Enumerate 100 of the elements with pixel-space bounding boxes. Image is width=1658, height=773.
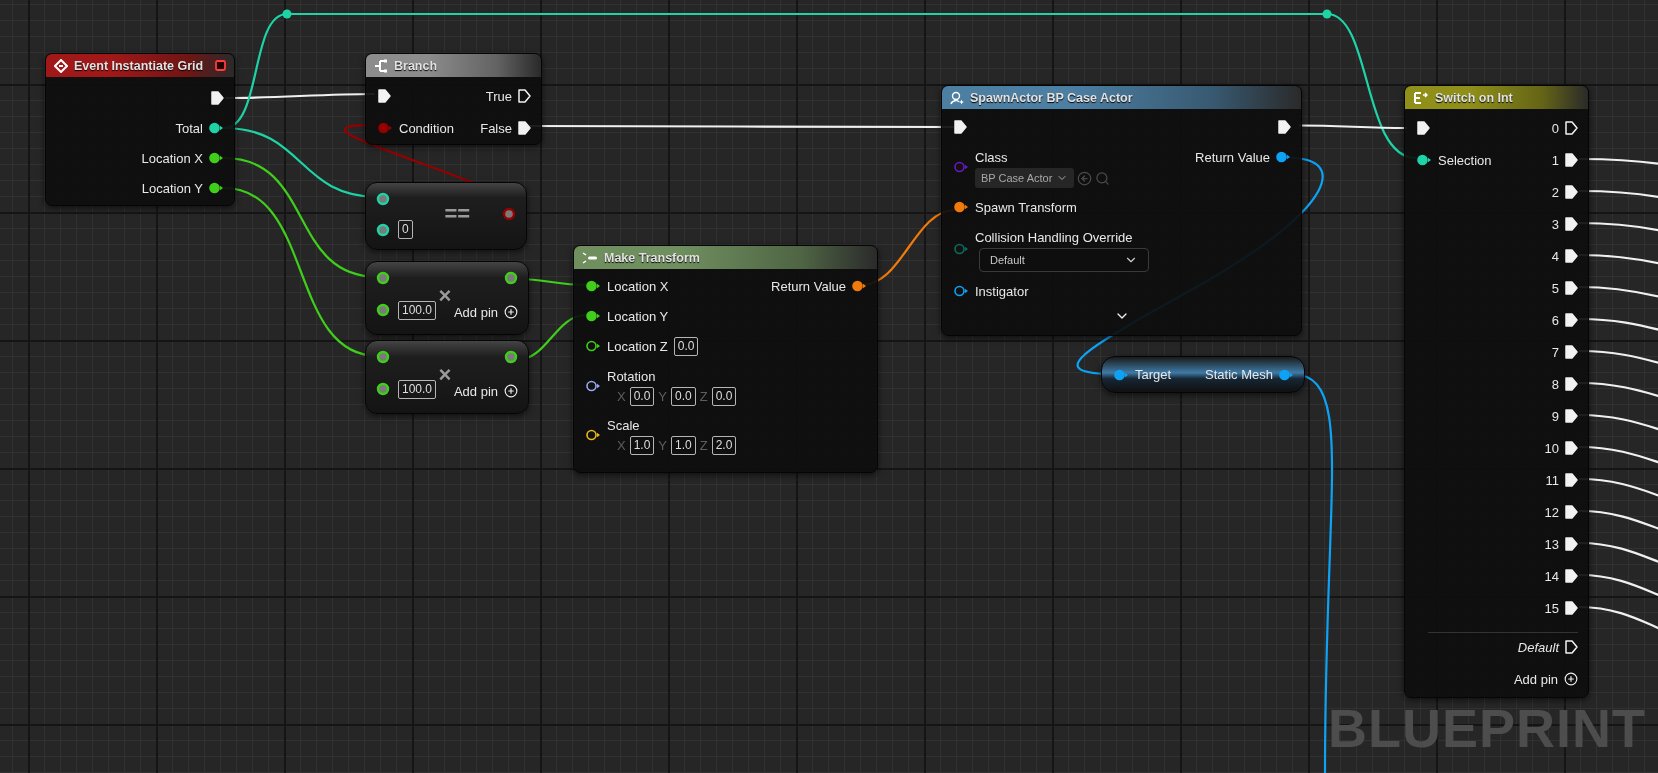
- pin-label: 7: [1551, 344, 1559, 360]
- pin-label: Default: [1517, 639, 1559, 655]
- exec-pin[interactable]: [518, 89, 531, 103]
- graph-node[interactable]: Switch on Int 0 Selection 1 2 3 4 5 6 7 8 9 10 11 12 13 14 15 Default Add pin: [1404, 85, 1589, 698]
- pin-label: Collision Handling Override: [975, 230, 1134, 245]
- value-field[interactable]: 0.0: [673, 336, 699, 356]
- graph-node[interactable]: Make Transform Location X Return Value Location Y Location Z 0.0 Rotation X 0.0 Y 0.0 Z 0.0 Scale X 1.0 Y 1.0 Z 2.0: [573, 245, 878, 473]
- switch-icon: [1413, 90, 1429, 105]
- node-title: Switch on Int: [1435, 90, 1514, 105]
- data-pin[interactable]: [376, 382, 390, 396]
- pin-label: Location Z: [607, 338, 668, 354]
- axis-label: Y: [658, 389, 668, 404]
- reroute-knot[interactable]: [282, 9, 292, 19]
- data-pin[interactable]: [1276, 151, 1291, 163]
- exec-pin[interactable]: [1565, 640, 1578, 654]
- exec-pin[interactable]: [1565, 249, 1578, 263]
- graph-type-label: BLUEPRINT: [1328, 697, 1646, 759]
- value-field[interactable]: 100.0: [398, 300, 437, 320]
- data-pin[interactable]: [376, 271, 390, 285]
- data-pin[interactable]: [209, 182, 224, 194]
- pin-label: 3: [1551, 216, 1559, 232]
- data-pin[interactable]: [852, 280, 867, 292]
- exec-pin[interactable]: [1565, 537, 1578, 551]
- value-field[interactable]: 1.0: [629, 436, 655, 455]
- pin-label: 5: [1551, 280, 1559, 296]
- value-field[interactable]: 0.0: [711, 387, 737, 406]
- pin-label: 12: [1544, 504, 1559, 520]
- add-pin-button[interactable]: Add pin: [1513, 671, 1578, 687]
- exec-pin[interactable]: [1565, 153, 1578, 167]
- pin-label: 15: [1544, 600, 1559, 616]
- add-pin-button[interactable]: Add pin: [453, 304, 518, 320]
- exec-pin[interactable]: [1565, 313, 1578, 327]
- pin-label: Condition: [399, 120, 454, 136]
- pin-label: 2: [1551, 184, 1559, 200]
- exec-pin[interactable]: [954, 120, 967, 134]
- data-pin[interactable]: [504, 350, 518, 364]
- exec-pin[interactable]: [518, 121, 531, 135]
- exec-pin[interactable]: [1417, 121, 1430, 135]
- pin-label: 13: [1544, 536, 1559, 552]
- exec-pin[interactable]: [1565, 473, 1578, 487]
- plus-icon: [504, 305, 518, 319]
- plus-icon: [1564, 672, 1578, 686]
- data-pin[interactable]: [1417, 154, 1432, 166]
- data-pin[interactable]: [209, 122, 224, 134]
- plus-icon: [504, 384, 518, 398]
- value-field[interactable]: 1.0: [671, 436, 696, 455]
- data-pin[interactable]: [586, 340, 601, 352]
- data-pin[interactable]: [376, 191, 390, 206]
- exec-pin[interactable]: [211, 91, 224, 105]
- data-pin[interactable]: [376, 303, 390, 317]
- data-pin[interactable]: [954, 285, 969, 297]
- graph-node[interactable]: 0 ==: [365, 182, 527, 250]
- graph-node[interactable]: Branch True Condition False: [365, 53, 542, 145]
- exec-pin[interactable]: [1565, 377, 1578, 391]
- graph-node[interactable]: 100.0 × Add pin: [365, 261, 529, 335]
- value-field[interactable]: 0.0: [629, 387, 655, 406]
- exec-pin[interactable]: [1565, 281, 1578, 295]
- exec-pin[interactable]: [1565, 121, 1578, 135]
- value-field[interactable]: 100.0: [398, 379, 437, 399]
- add-pin-button[interactable]: Add pin: [453, 383, 518, 399]
- operator-symbol: ×: [438, 285, 452, 307]
- data-pin[interactable]: [586, 428, 601, 441]
- data-pin[interactable]: [376, 222, 390, 237]
- person-star-icon: [950, 90, 964, 105]
- graph-node[interactable]: Target Static Mesh: [1101, 356, 1305, 393]
- exec-pin[interactable]: [1565, 441, 1578, 455]
- reroute-knot[interactable]: [1322, 9, 1332, 19]
- value-field[interactable]: 2.0: [711, 436, 737, 455]
- pin-label: Return Value: [1195, 149, 1270, 165]
- exec-pin[interactable]: [378, 89, 391, 103]
- class-dropdown[interactable]: BP Case Actor: [975, 168, 1075, 188]
- data-pin[interactable]: [376, 350, 390, 364]
- graph-node[interactable]: SpawnActor BP Case Actor Class BP Case Actor Return Value Spawn Transform Collision Handling Override Default Instigator: [941, 85, 1302, 336]
- data-pin[interactable]: [1279, 368, 1294, 381]
- exec-pin[interactable]: [1565, 185, 1578, 199]
- graph-node[interactable]: 100.0 × Add pin: [365, 340, 529, 414]
- exec-pin[interactable]: [1565, 505, 1578, 519]
- exec-pin[interactable]: [1278, 120, 1291, 134]
- pin-label: Scale: [607, 418, 641, 433]
- data-pin[interactable]: [954, 201, 969, 213]
- exec-pin[interactable]: [1565, 569, 1578, 583]
- data-pin[interactable]: [504, 271, 518, 285]
- exec-pin[interactable]: [1565, 409, 1578, 423]
- data-pin[interactable]: [586, 379, 601, 392]
- value-field[interactable]: 0.0: [671, 387, 696, 406]
- exec-pin[interactable]: [1565, 217, 1578, 231]
- data-pin[interactable]: [586, 310, 601, 322]
- exec-pin[interactable]: [1565, 601, 1578, 615]
- graph-node[interactable]: Event Instantiate Grid Total Location X Location Y: [45, 53, 235, 206]
- data-pin[interactable]: [586, 280, 601, 292]
- square-pin-icon[interactable]: [215, 60, 226, 71]
- axis-label: X: [617, 389, 626, 404]
- pin-label: Total: [175, 120, 203, 136]
- dropdown[interactable]: Default: [979, 248, 1149, 272]
- data-pin[interactable]: [209, 152, 224, 164]
- pin-label: Location Y: [141, 180, 203, 196]
- exec-pin[interactable]: [1565, 345, 1578, 359]
- operator-symbol: ==: [444, 203, 471, 225]
- value-field[interactable]: 0: [398, 220, 413, 239]
- data-pin[interactable]: [1114, 368, 1129, 381]
